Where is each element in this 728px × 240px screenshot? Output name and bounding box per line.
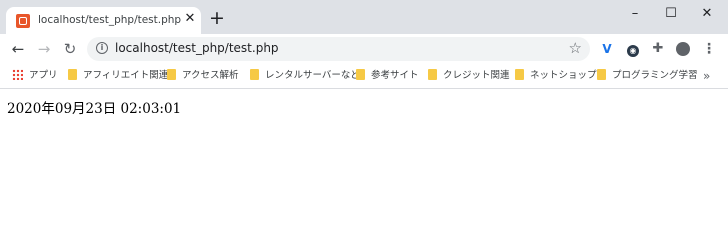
- bookmark-folder-reference[interactable]: 参考サイト: [356, 68, 419, 84]
- tab-close-icon[interactable]: ✕: [182, 11, 198, 27]
- tab-strip: localhost/test_php/test.php ✕ + – ☐ ✕: [0, 0, 728, 34]
- bookmark-label: アフィリエイト関連: [83, 70, 169, 81]
- reload-button[interactable]: ↻: [59, 38, 81, 60]
- bookmark-folder-credit[interactable]: クレジット関連: [428, 68, 510, 84]
- folder-icon: [356, 69, 365, 80]
- bookmark-label: プログラミング学習: [612, 70, 698, 81]
- extension-v-icon[interactable]: V: [598, 40, 616, 58]
- apps-grid-icon: [12, 69, 23, 80]
- browser-toolbar: ← → ↻ i localhost/test_php/test.php ☆ V …: [0, 34, 728, 64]
- extensions-puzzle-icon[interactable]: ✚: [649, 40, 667, 58]
- browser-menu-icon[interactable]: ⋮: [700, 40, 718, 58]
- profile-avatar-icon[interactable]: [674, 40, 692, 58]
- bookmark-folder-rental-server[interactable]: レンタルサーバーなど: [250, 68, 360, 84]
- folder-icon: [597, 69, 606, 80]
- bookmark-folder-programming[interactable]: プログラミング学習: [597, 68, 698, 84]
- tab-active[interactable]: localhost/test_php/test.php ✕: [6, 7, 201, 34]
- forward-button[interactable]: →: [33, 38, 55, 60]
- bookmarks-bar: アプリ アフィリエイト関連 アクセス解析 レンタルサーバーなど 参考サイト クレ…: [0, 64, 728, 89]
- datetime-text: 2020年09月23日 02:03:01: [7, 101, 182, 117]
- folder-icon: [68, 69, 77, 80]
- folder-icon: [250, 69, 259, 80]
- bookmark-folder-analytics[interactable]: アクセス解析: [167, 68, 239, 84]
- bookmarks-overflow-icon[interactable]: »: [703, 68, 710, 84]
- bookmark-folder-netshop[interactable]: ネットショップ: [515, 68, 597, 84]
- xampp-favicon-icon: [16, 14, 30, 28]
- bookmark-star-icon[interactable]: ☆: [569, 39, 582, 57]
- url-text[interactable]: localhost/test_php/test.php: [115, 41, 279, 55]
- bookmark-apps[interactable]: アプリ: [12, 68, 58, 84]
- bookmark-label: アクセス解析: [182, 70, 239, 81]
- folder-icon: [428, 69, 437, 80]
- extension-ghostery-icon[interactable]: ◉: [624, 40, 642, 58]
- tab-title: localhost/test_php/test.php: [38, 14, 182, 26]
- bookmark-folder-affiliate[interactable]: アフィリエイト関連: [68, 68, 168, 84]
- folder-icon: [167, 69, 176, 80]
- bookmark-label: ネットショップ: [530, 70, 597, 81]
- bookmark-label: 参考サイト: [371, 70, 419, 81]
- close-window-button[interactable]: ✕: [692, 3, 722, 25]
- bookmark-label: クレジット関連: [443, 70, 510, 81]
- page-content: 2020年09月23日 02:03:01: [0, 89, 728, 230]
- folder-icon: [515, 69, 524, 80]
- bookmark-label: レンタルサーバーなど: [265, 70, 360, 81]
- address-bar[interactable]: i localhost/test_php/test.php ☆: [87, 37, 590, 61]
- minimize-button[interactable]: –: [620, 3, 650, 25]
- new-tab-button[interactable]: +: [207, 9, 227, 29]
- bookmark-label: アプリ: [29, 70, 58, 81]
- site-info-icon[interactable]: i: [96, 42, 108, 54]
- back-button[interactable]: ←: [7, 38, 29, 60]
- maximize-button[interactable]: ☐: [656, 3, 686, 25]
